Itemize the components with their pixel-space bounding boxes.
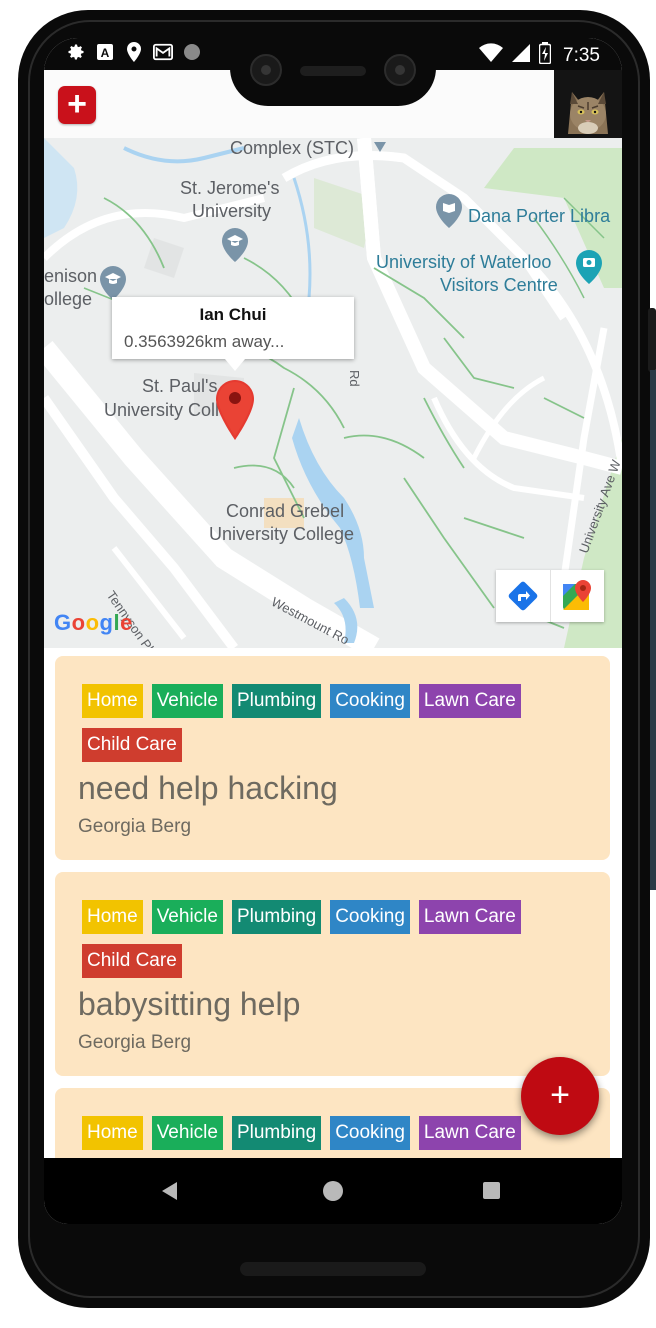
power-button (648, 308, 656, 372)
map-label-renison-college: ollege (44, 289, 93, 309)
map-label-st-paul: St. Paul's (142, 376, 218, 396)
map-toolbar (496, 570, 604, 622)
camera-notch (230, 38, 436, 106)
open-in-maps-button[interactable] (549, 570, 605, 622)
map-label-st-jerome: St. Jerome's (180, 178, 280, 198)
tag-plumbing[interactable]: Plumbing (231, 684, 322, 718)
tag-home[interactable]: Home (82, 900, 143, 934)
system-nav-bar (44, 1158, 622, 1224)
university-pin-icon[interactable] (222, 228, 248, 262)
request-title: babysitting help (78, 986, 301, 1022)
college-pin-icon[interactable] (100, 266, 126, 300)
category-tags: Home Vehicle Plumbing Cooking Lawn Care … (82, 900, 562, 978)
request-title: need help hacking (78, 770, 338, 806)
status-time: 7:35 (563, 44, 600, 66)
map-label-st-jerome-university: University (192, 201, 272, 221)
back-icon[interactable] (162, 1182, 177, 1200)
map-label-conrad-grebel: Conrad Grebel (226, 501, 345, 521)
map-label-visitors-centre: Visitors Centre (440, 275, 558, 295)
tag-lawn-care[interactable]: Lawn Care (418, 684, 521, 718)
tag-cooking[interactable]: Cooking (330, 1116, 410, 1150)
info-window-distance: 0.3563926km away... (124, 332, 285, 351)
tag-cooking[interactable]: Cooking (330, 684, 410, 718)
location-icon (124, 42, 144, 62)
tag-child-care[interactable]: Child Care (82, 728, 182, 762)
request-author: Georgia Berg (78, 816, 192, 837)
signal-icon (511, 43, 531, 68)
mail-icon (153, 42, 173, 62)
wifi-icon (479, 43, 504, 68)
visitors-centre-pin-icon[interactable] (576, 250, 602, 284)
add-request-button[interactable]: + (58, 86, 96, 124)
circle-icon (182, 42, 202, 62)
google-maps-icon (563, 580, 592, 610)
tag-cooking[interactable]: Cooking (330, 900, 410, 934)
screen: A 7:35 + Complex (STC) St. Jerome's Univ… (44, 38, 622, 1224)
map-view[interactable]: Complex (STC) St. Jerome's University Da… (44, 138, 622, 648)
tag-home[interactable]: Home (82, 684, 143, 718)
recents-icon[interactable] (483, 1182, 500, 1199)
marker-info-window[interactable]: Ian Chui 0.3563926km away... (112, 297, 354, 371)
directions-icon (508, 581, 538, 611)
request-card[interactable]: Home Vehicle Plumbing Cooking Lawn Care … (55, 656, 610, 860)
tag-home[interactable]: Home (82, 1116, 143, 1150)
request-author: Georgia Berg (78, 1032, 192, 1053)
category-tags: Home Vehicle Plumbing Cooking Lawn Care (82, 1116, 562, 1150)
request-card[interactable]: Home Vehicle Plumbing Cooking Lawn Care … (55, 872, 610, 1076)
avatar[interactable] (554, 70, 622, 138)
poi-arrow-icon (374, 142, 386, 152)
bottom-speaker (240, 1262, 426, 1276)
battery-icon (538, 42, 552, 69)
tag-plumbing[interactable]: Plumbing (231, 1116, 322, 1150)
front-camera (250, 54, 282, 86)
tag-vehicle[interactable]: Vehicle (151, 900, 223, 934)
map-label-rd: Rd (347, 370, 362, 387)
home-icon[interactable] (323, 1181, 343, 1201)
directions-button[interactable] (496, 570, 550, 622)
tag-vehicle[interactable]: Vehicle (151, 1116, 223, 1150)
tag-plumbing[interactable]: Plumbing (231, 900, 322, 934)
tag-vehicle[interactable]: Vehicle (151, 684, 223, 718)
new-request-fab[interactable]: + (521, 1057, 599, 1135)
map-label-uw: University of Waterloo (376, 252, 552, 272)
gear-icon (66, 42, 86, 62)
svg-text:A: A (101, 46, 110, 60)
earpiece-speaker (300, 66, 366, 76)
cat-avatar-icon (554, 70, 622, 138)
front-camera-2 (384, 54, 416, 86)
map-label-complex: Complex (STC) (230, 138, 355, 158)
a-icon: A (95, 42, 115, 62)
tag-lawn-care[interactable]: Lawn Care (418, 1116, 521, 1150)
library-pin-icon[interactable] (436, 194, 462, 228)
google-logo: Google (54, 610, 133, 635)
background-photo-strip (650, 370, 656, 890)
info-window-title: Ian Chui (199, 305, 267, 324)
tag-child-care[interactable]: Child Care (82, 944, 182, 978)
map-label-conrad-college: University College (209, 524, 355, 544)
category-tags: Home Vehicle Plumbing Cooking Lawn Care … (82, 684, 562, 762)
tag-lawn-care[interactable]: Lawn Care (418, 900, 521, 934)
map-label-dana-porter: Dana Porter Libra (468, 206, 611, 226)
location-marker-icon[interactable] (216, 380, 254, 440)
map-label-renison: enison (44, 266, 98, 286)
